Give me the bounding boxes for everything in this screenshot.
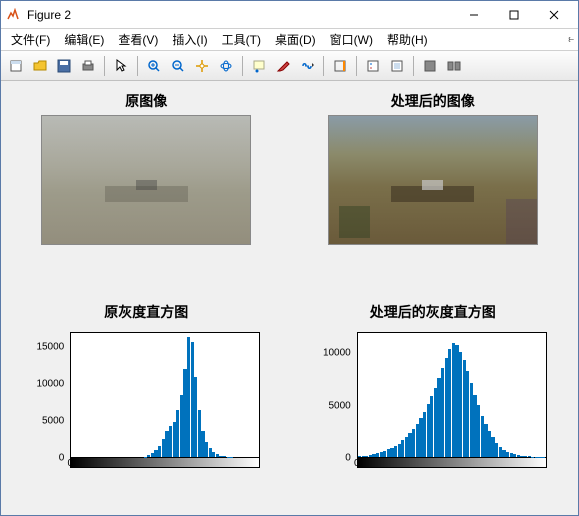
zoom-in-icon[interactable] xyxy=(143,55,165,77)
y-tick-label: 0 xyxy=(345,453,351,464)
legend-icon[interactable] xyxy=(362,55,384,77)
subplot-title: 处理后的图像 xyxy=(391,91,475,111)
histogram-processed[interactable]: 05000100000100200 xyxy=(313,326,553,486)
figure-window: Figure 2 文件(F)编辑(E)查看(V)插入(I)工具(T)桌面(D)窗… xyxy=(0,0,579,516)
menu-item-0[interactable]: 文件(F) xyxy=(5,29,56,50)
maximize-button[interactable] xyxy=(494,1,534,29)
dock-icon[interactable]: ⥼ xyxy=(568,34,574,45)
toolbar-separator xyxy=(137,56,138,76)
y-tick-label: 15000 xyxy=(36,341,64,352)
brush-icon[interactable] xyxy=(272,55,294,77)
menu-item-7[interactable]: 帮助(H) xyxy=(381,29,434,50)
toolbar-separator xyxy=(323,56,324,76)
titlebar[interactable]: Figure 2 xyxy=(1,1,578,29)
menu-item-2[interactable]: 查看(V) xyxy=(112,29,164,50)
menu-item-4[interactable]: 工具(T) xyxy=(216,29,267,50)
subplot-processed-histogram: 处理后的灰度直方图 05000100000100200 xyxy=(296,302,571,505)
menu-item-5[interactable]: 桌面(D) xyxy=(269,29,322,50)
minimize-button[interactable] xyxy=(454,1,494,29)
grayscale-colorbar xyxy=(70,458,260,468)
link-icon[interactable] xyxy=(296,55,318,77)
window-title: Figure 2 xyxy=(27,8,454,22)
rotate3d-icon[interactable] xyxy=(215,55,237,77)
print-icon[interactable] xyxy=(77,55,99,77)
toolbar-separator xyxy=(104,56,105,76)
toolbar-separator xyxy=(413,56,414,76)
histogram-original[interactable]: 0500010000150000100200 xyxy=(26,326,266,486)
subplot-title: 原图像 xyxy=(125,91,167,111)
grayscale-colorbar xyxy=(357,458,547,468)
subplot-original-histogram: 原灰度直方图 0500010000150000100200 xyxy=(9,302,284,505)
close-button[interactable] xyxy=(534,1,574,29)
menu-item-6[interactable]: 窗口(W) xyxy=(324,29,379,50)
show-tools-icon[interactable] xyxy=(443,55,465,77)
save-icon[interactable] xyxy=(53,55,75,77)
subplot-original-image: 原图像 xyxy=(9,91,284,294)
subplot-title: 原灰度直方图 xyxy=(104,302,188,322)
toolbar-separator xyxy=(242,56,243,76)
matlab-icon xyxy=(5,7,21,23)
new-figure-icon[interactable] xyxy=(5,55,27,77)
y-tick-label: 0 xyxy=(59,453,65,464)
plot-area[interactable] xyxy=(70,332,260,458)
colorbar-icon[interactable] xyxy=(329,55,351,77)
figure-content: 原图像 处理后的图像 原灰度直方图 0500010000150000100200… xyxy=(1,81,578,515)
y-tick-label: 5000 xyxy=(329,400,351,411)
pointer-icon[interactable] xyxy=(110,55,132,77)
hide-tools-icon[interactable] xyxy=(419,55,441,77)
datacursor-icon[interactable] xyxy=(248,55,270,77)
menu-item-3[interactable]: 插入(I) xyxy=(166,29,213,50)
pan-icon[interactable] xyxy=(191,55,213,77)
image-processed[interactable] xyxy=(328,115,538,245)
y-tick-label: 10000 xyxy=(36,378,64,389)
y-tick-label: 5000 xyxy=(42,415,64,426)
subplot-title: 处理后的灰度直方图 xyxy=(370,302,496,322)
open-icon[interactable] xyxy=(29,55,51,77)
y-tick-label: 10000 xyxy=(323,348,351,359)
toolbar xyxy=(1,51,578,81)
plot-area[interactable] xyxy=(357,332,547,458)
menubar: 文件(F)编辑(E)查看(V)插入(I)工具(T)桌面(D)窗口(W)帮助(H)… xyxy=(1,29,578,51)
subplot-processed-image: 处理后的图像 xyxy=(296,91,571,294)
zoom-out-icon[interactable] xyxy=(167,55,189,77)
toolbar-separator xyxy=(356,56,357,76)
image-original[interactable] xyxy=(41,115,251,245)
menu-item-1[interactable]: 编辑(E) xyxy=(58,29,110,50)
insert-icon[interactable] xyxy=(386,55,408,77)
